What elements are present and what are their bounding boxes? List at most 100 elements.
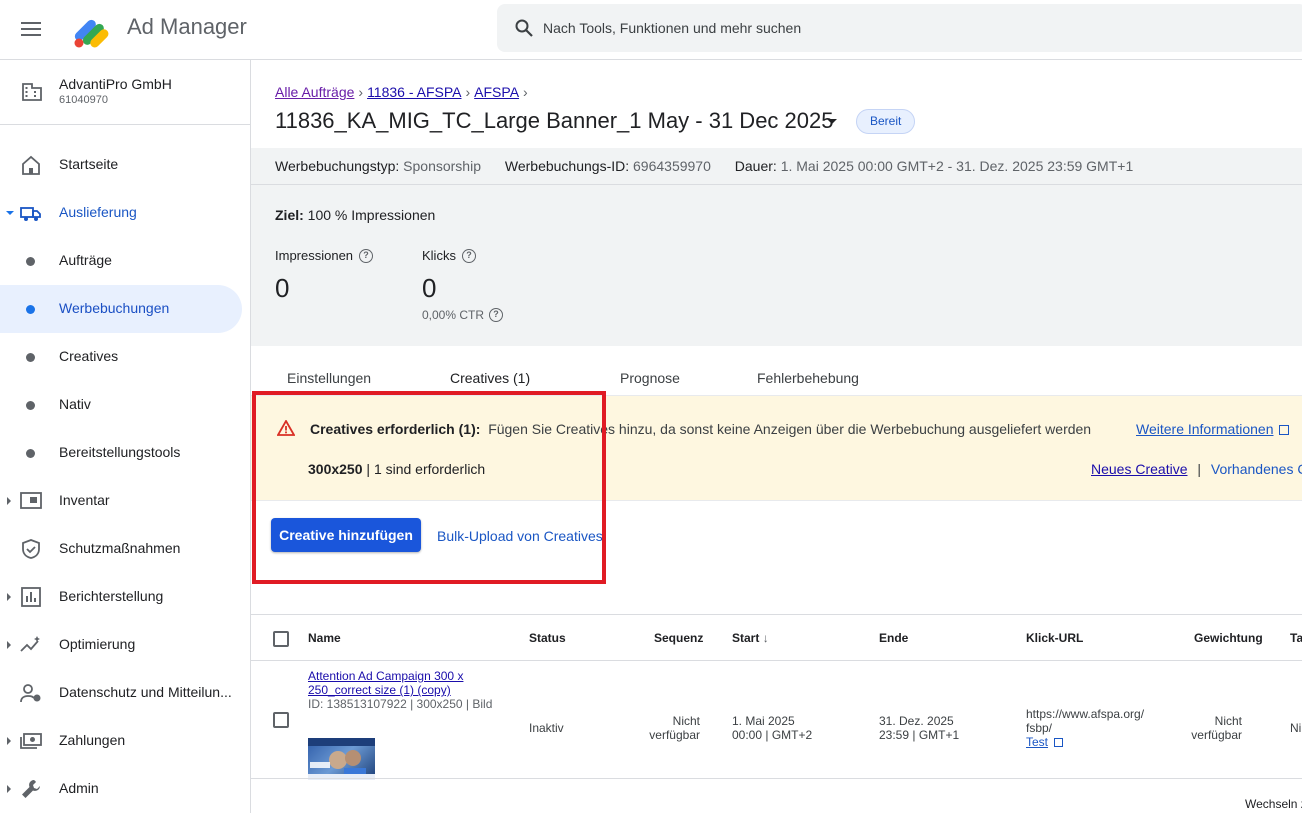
sidebar-item-label: Startseite bbox=[59, 156, 119, 172]
account-switcher[interactable]: AdvantiPro GmbH 61040970 bbox=[0, 60, 250, 125]
ta-cell: Ni bbox=[1290, 721, 1302, 735]
bullet-icon bbox=[26, 401, 35, 410]
meta-type-label: Werbebuchungstyp: bbox=[275, 158, 400, 174]
meta-type-value: Sponsorship bbox=[403, 158, 481, 174]
sidebar-item-datenschutz[interactable]: Datenschutz und Mitteilun... bbox=[0, 669, 242, 717]
bullet-icon bbox=[26, 353, 35, 362]
new-creative-link[interactable]: Neues Creative bbox=[1091, 461, 1188, 477]
end-line2: 23:59 | GMT+1 bbox=[879, 728, 960, 742]
column-header-name[interactable]: Name bbox=[308, 631, 341, 645]
size-separator: | bbox=[362, 461, 374, 477]
help-icon[interactable]: ? bbox=[461, 248, 476, 263]
goal-label: Ziel: bbox=[275, 207, 304, 223]
column-header-ta[interactable]: Ta bbox=[1290, 631, 1302, 645]
end-cell: 31. Dez. 2025 23:59 | GMT+1 bbox=[879, 714, 959, 742]
more-info-link[interactable]: Weitere Informationen bbox=[1136, 421, 1290, 437]
table-footer-text[interactable]: Wechseln z bbox=[1245, 797, 1302, 811]
sidebar-item-optimierung[interactable]: Optimierung bbox=[0, 621, 242, 669]
sidebar-item-startseite[interactable]: Startseite bbox=[0, 141, 242, 189]
add-creative-button[interactable]: Creative hinzufügen bbox=[271, 518, 421, 552]
breadcrumb-link-order[interactable]: 11836 - AFSPA bbox=[367, 84, 461, 100]
breadcrumb-link-all-orders[interactable]: Alle Aufträge bbox=[275, 84, 354, 100]
building-icon bbox=[22, 83, 42, 101]
thumbnail-image-icon bbox=[308, 738, 375, 780]
meta-duration-label: Dauer: bbox=[734, 158, 777, 174]
sidebar-item-creatives[interactable]: Creatives bbox=[0, 333, 242, 381]
sidebar-item-label: Admin bbox=[59, 780, 99, 796]
divider bbox=[251, 778, 1302, 779]
column-header-status[interactable]: Status bbox=[529, 631, 566, 645]
sidebar-item-schutzmassnahmen[interactable]: Schutzmaßnahmen bbox=[0, 525, 242, 573]
clicks-value: 0 bbox=[422, 273, 437, 303]
column-header-click-url[interactable]: Klick-URL bbox=[1026, 631, 1083, 645]
tab-fehlerbehebung[interactable]: Fehlerbehebung bbox=[757, 370, 859, 386]
sidebar-item-berichterstellung[interactable]: Berichterstellung bbox=[0, 573, 242, 621]
top-bar: Ad Manager bbox=[0, 0, 1302, 60]
sidebar-item-auftraege[interactable]: Aufträge bbox=[0, 237, 242, 285]
account-id: 61040970 bbox=[59, 94, 108, 106]
warning-banner: Creatives erforderlich (1): Fügen Sie Cr… bbox=[251, 395, 1302, 501]
end-line1: 31. Dez. 2025 bbox=[879, 714, 954, 728]
ad-manager-logo-icon[interactable] bbox=[70, 8, 114, 52]
sidebar-item-label: Creatives bbox=[59, 348, 119, 364]
truck-icon bbox=[20, 207, 41, 221]
meta-id-value: 6964359970 bbox=[633, 158, 711, 174]
row-checkbox[interactable] bbox=[273, 712, 289, 728]
search-bar[interactable] bbox=[497, 4, 1302, 52]
expand-arrow-icon bbox=[7, 593, 11, 601]
bulk-upload-link[interactable]: Bulk-Upload von Creatives bbox=[437, 528, 603, 544]
sidebar-item-label: Inventar bbox=[59, 492, 110, 508]
tab-creatives[interactable]: Creatives (1) bbox=[450, 370, 530, 386]
weight-line2: verfügbar bbox=[1191, 728, 1242, 742]
size-requirement: 300x250 | 1 sind erforderlich bbox=[308, 461, 485, 477]
help-icon[interactable]: ? bbox=[359, 248, 374, 263]
start-header-label: Start bbox=[732, 631, 760, 645]
click-url-line2: fsbp/ bbox=[1026, 721, 1053, 735]
report-icon bbox=[21, 587, 41, 607]
title-dropdown-icon[interactable] bbox=[827, 119, 837, 124]
link-separator: | bbox=[1197, 461, 1202, 477]
column-header-start[interactable]: Start ↓ bbox=[732, 631, 769, 645]
start-line1: 1. Mai 2025 bbox=[732, 714, 795, 728]
creative-name-link[interactable]: Attention Ad Campaign 300 x 250_correct s… bbox=[308, 669, 478, 697]
account-name: AdvantiPro GmbH bbox=[59, 76, 172, 92]
creative-thumbnail[interactable] bbox=[308, 738, 375, 780]
more-info-label: Weitere Informationen bbox=[1136, 421, 1274, 437]
tab-bar: Einstellungen Creatives (1) Prognose Feh… bbox=[251, 366, 1302, 396]
open-external-icon bbox=[1054, 738, 1064, 747]
help-icon[interactable]: ? bbox=[489, 308, 504, 322]
warning-message: Creatives erforderlich (1): Fügen Sie Cr… bbox=[310, 421, 1091, 437]
tab-einstellungen[interactable]: Einstellungen bbox=[287, 370, 371, 386]
main-content: Alle Aufträge › 11836 - AFSPA › AFSPA › 11836… bbox=[251, 60, 1302, 813]
size-required: 1 sind erforderlich bbox=[373, 461, 486, 477]
sidebar-item-bereitstellungstools[interactable]: Bereitstellungstools bbox=[0, 429, 242, 477]
existing-creative-link[interactable]: Vorhandenes Cr bbox=[1211, 461, 1302, 477]
sidebar-item-auslieferung[interactable]: Auslieferung bbox=[0, 189, 242, 237]
select-all-checkbox[interactable] bbox=[273, 631, 289, 647]
column-header-end[interactable]: Ende bbox=[879, 631, 908, 645]
menu-icon[interactable] bbox=[19, 17, 43, 41]
sidebar-item-inventar[interactable]: Inventar bbox=[0, 477, 242, 525]
sidebar-item-label: Aufträge bbox=[59, 252, 112, 268]
start-line2: 00:00 | GMT+2 bbox=[732, 728, 813, 742]
column-header-sequence[interactable]: Sequenz bbox=[654, 631, 703, 645]
tab-prognose[interactable]: Prognose bbox=[620, 370, 680, 386]
ctr-value: 0,00% CTR bbox=[422, 308, 485, 322]
chevron-right-icon: › bbox=[523, 84, 528, 100]
sidebar-item-zahlungen[interactable]: Zahlungen bbox=[0, 717, 242, 765]
column-header-weight[interactable]: Gewichtung bbox=[1194, 631, 1263, 645]
goal-value: 100 % Impressionen bbox=[307, 207, 436, 223]
test-link[interactable]: Test bbox=[1026, 735, 1064, 749]
sidebar-item-werbebuchungen[interactable]: Werbebuchungen bbox=[0, 285, 242, 333]
breadcrumb-link-advertiser[interactable]: AFSPA bbox=[474, 84, 519, 100]
sidebar-item-label: Nativ bbox=[59, 396, 91, 412]
search-input[interactable] bbox=[543, 4, 1243, 52]
sidebar-item-nativ[interactable]: Nativ bbox=[0, 381, 242, 429]
sidebar-item-admin[interactable]: Admin bbox=[0, 765, 242, 813]
sidebar-item-label: Optimierung bbox=[59, 636, 136, 652]
creative-name-cell: Attention Ad Campaign 300 x 250_correct s… bbox=[308, 669, 492, 711]
shield-icon bbox=[22, 539, 40, 559]
goal: Ziel: 100 % Impressionen bbox=[275, 207, 435, 223]
app-title: Ad Manager bbox=[127, 14, 247, 39]
impressions-label: Impressionen bbox=[275, 248, 354, 263]
